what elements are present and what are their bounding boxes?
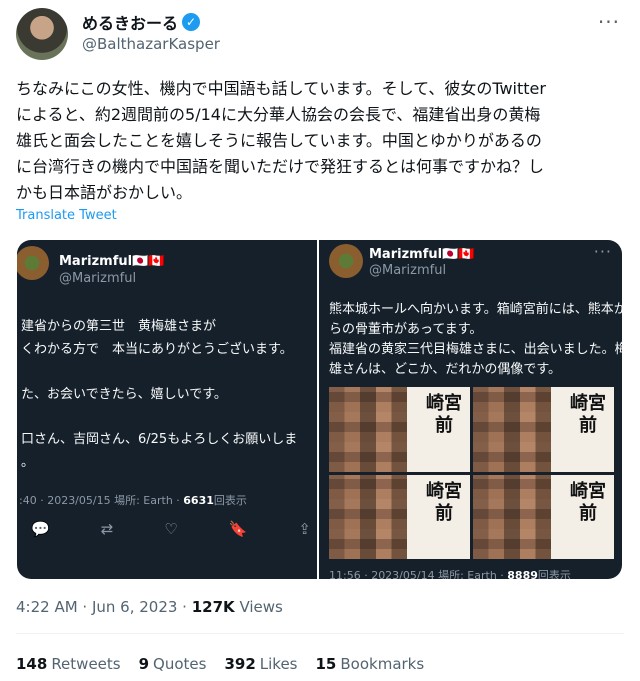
sign-text: 崎宮前	[570, 393, 606, 436]
tweet-text: ちなみにこの女性、機内で中国語も話しています。そして、彼女のTwitter によ…	[16, 79, 546, 202]
share-icon: ⇪	[298, 520, 311, 538]
embedded-actions: 💬 ⇄ ♡ 🔖 ⇪	[31, 520, 311, 538]
translate-tweet-link[interactable]: Translate Tweet	[16, 208, 117, 223]
sign-text: 崎宮前	[426, 393, 462, 436]
embedded-more-icon: ···	[593, 242, 612, 261]
divider	[16, 633, 624, 634]
photo[interactable]: 崎宮前	[329, 387, 470, 472]
retweet-icon: ⇄	[100, 520, 114, 538]
bookmark-icon: 🔖	[228, 520, 248, 538]
embedded-screenshot-right[interactable]: Marizmful🇯🇵🇨🇦 @Marizmful ··· 熊本城ホールへ向かいま…	[319, 240, 622, 579]
more-options-icon[interactable]: ···	[598, 10, 620, 34]
reply-icon: 💬	[31, 520, 50, 538]
author-handle[interactable]: @BalthazarKasper	[82, 35, 220, 53]
tweet-timestamp[interactable]: 4:22 AM · Jun 6, 2023 · 127K Views	[16, 598, 283, 616]
embedded-avatar	[17, 246, 49, 280]
verified-badge-icon: ✓	[182, 13, 201, 31]
photo[interactable]: 崎宮前	[473, 387, 614, 472]
embedded-avatar	[329, 244, 363, 278]
bookmarks-stat[interactable]: 15 Bookmarks	[316, 655, 425, 673]
tweet-header: めるきおーる ✓ @BalthazarKasper ···	[16, 8, 624, 60]
photo[interactable]: 崎宮前	[473, 474, 614, 559]
sign-text: 崎宮前	[570, 480, 606, 524]
retweets-stat[interactable]: 148 Retweets	[16, 655, 121, 673]
tweet-stats: 148 Retweets 9 Quotes 392 Likes 15 Bookmarks	[16, 655, 424, 673]
author-name[interactable]: めるきおーる ✓	[82, 10, 201, 34]
quotes-stat[interactable]: 9 Quotes	[139, 655, 207, 673]
embedded-meta: :40 · 2023/05/15 場所: Earth · 6631回表示	[19, 494, 247, 507]
embedded-screenshot-left[interactable]: Marizmful🇯🇵🇨🇦 @Marizmful 建省からの第三世 黄梅雄さまが…	[17, 240, 317, 579]
media-container[interactable]: Marizmful🇯🇵🇨🇦 @Marizmful 建省からの第三世 黄梅雄さまが…	[17, 240, 622, 579]
sign-text: 崎宮前	[426, 480, 462, 524]
like-icon: ♡	[164, 520, 178, 538]
likes-stat[interactable]: 392 Likes	[224, 655, 297, 673]
embedded-meta: 11:56 · 2023/05/14 場所: Earth · 8889回表示	[329, 569, 571, 579]
photo[interactable]: 崎宮前	[329, 474, 470, 559]
photo-grid[interactable]: 崎宮前 崎宮前 崎宮前 崎宮前	[329, 387, 614, 559]
avatar[interactable]	[16, 8, 68, 60]
